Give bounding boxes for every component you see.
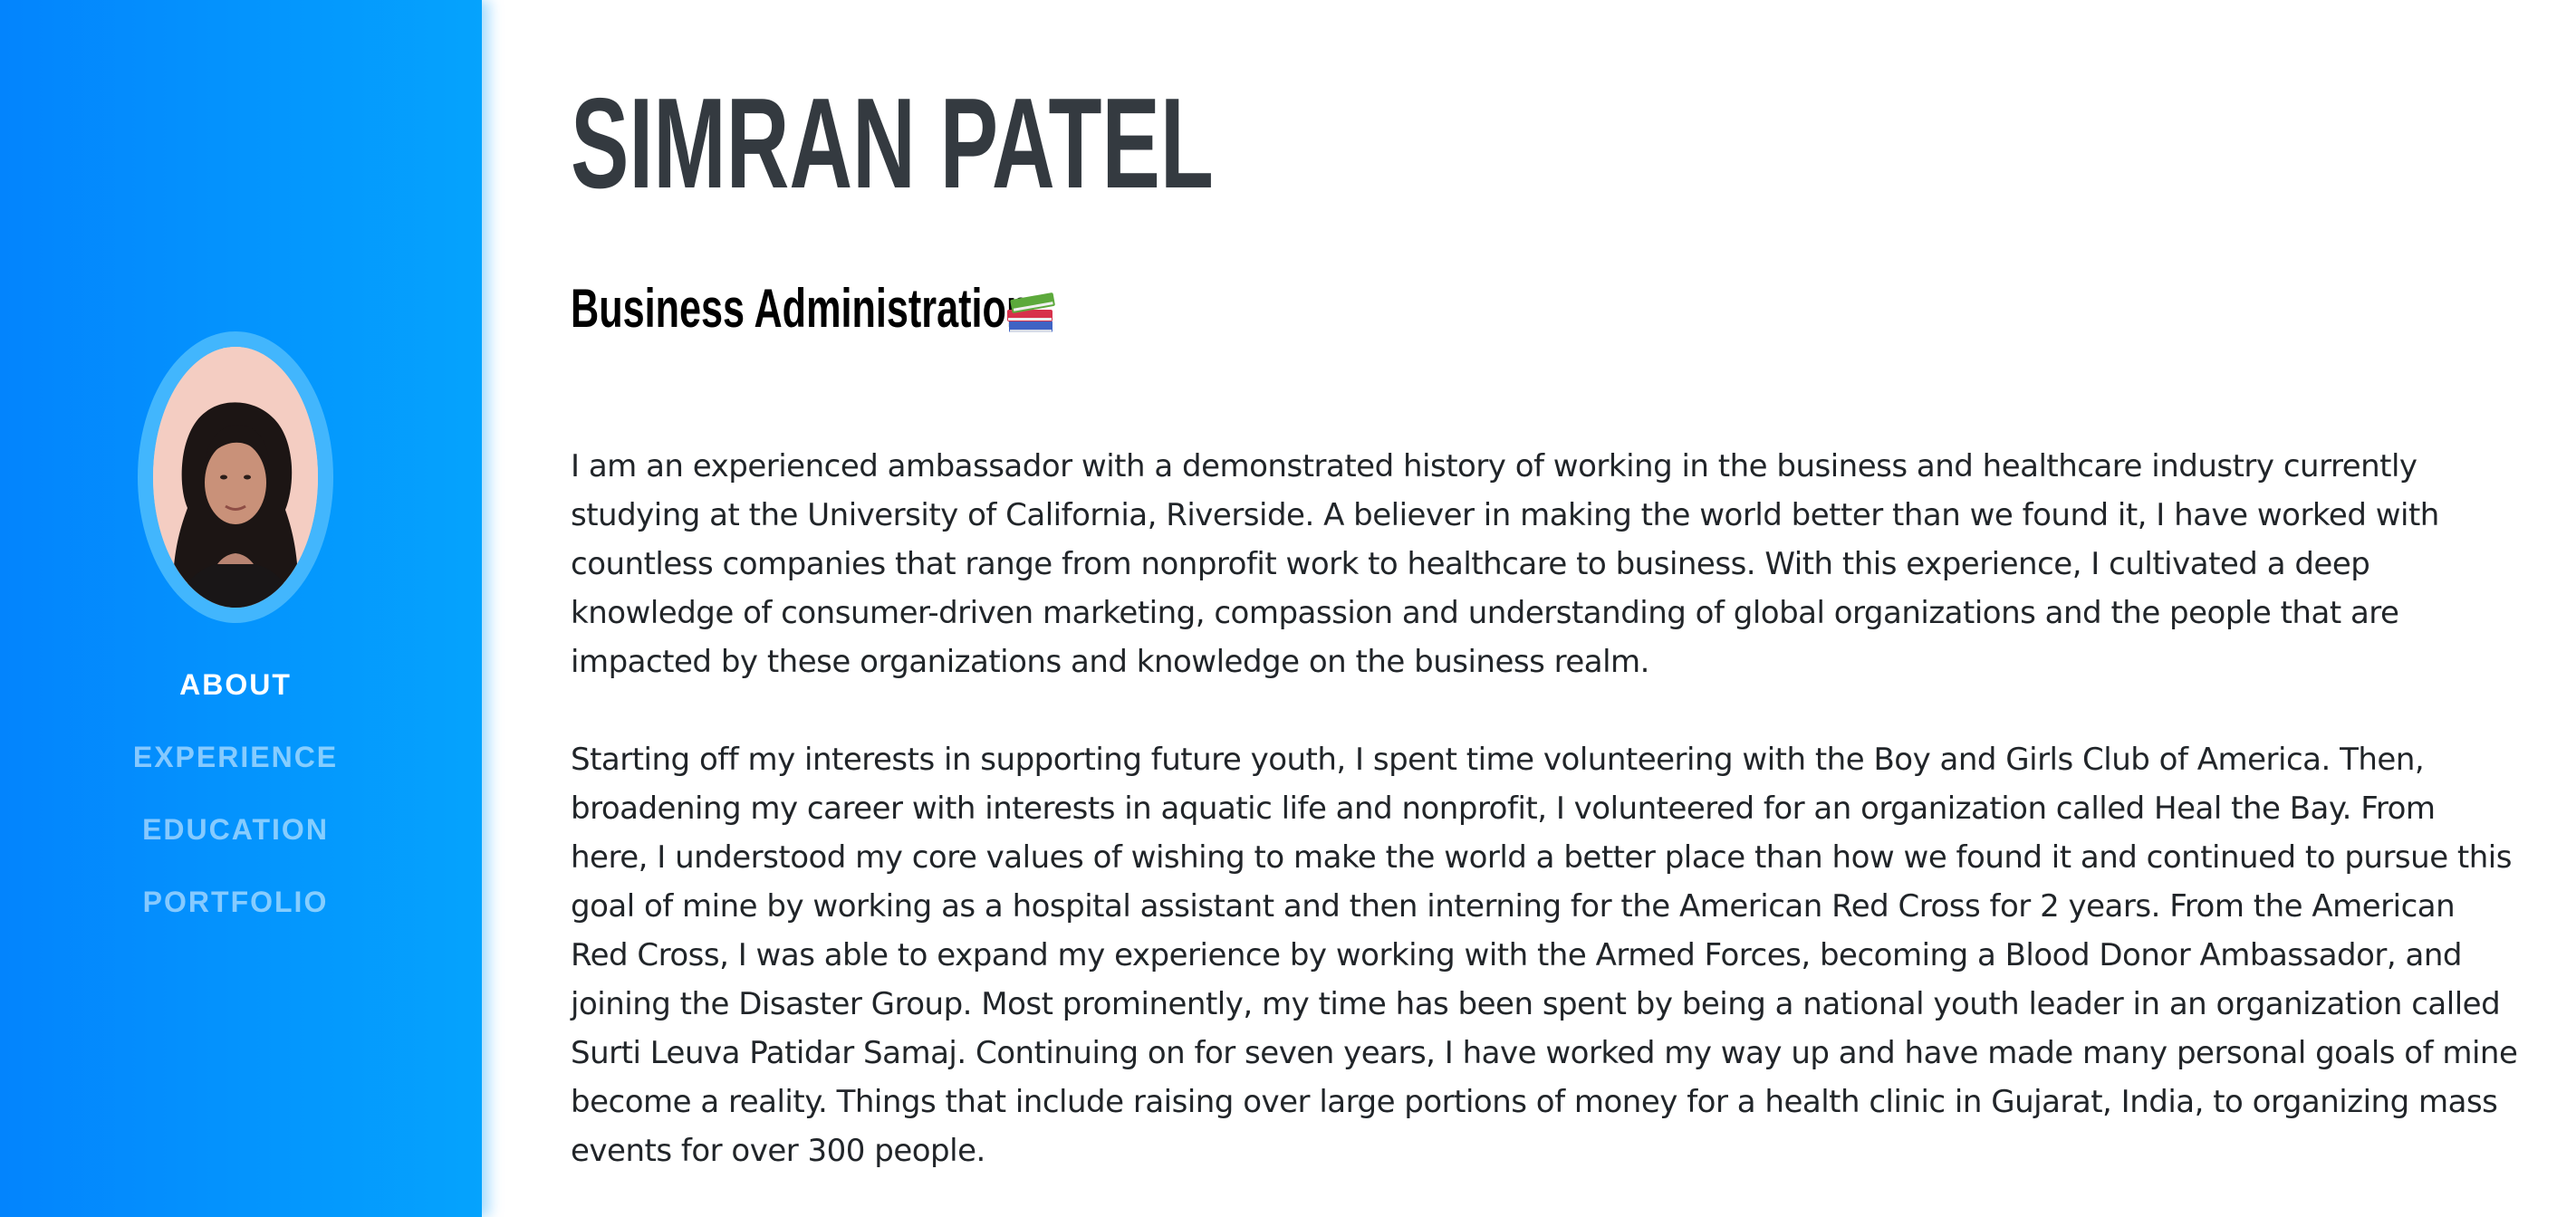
nav-link-about[interactable]: ABOUT: [0, 668, 471, 702]
page-title: SIMRAN PATEL: [571, 72, 1214, 216]
nav-link-experience[interactable]: EXPERIENCE: [0, 741, 471, 774]
about-paragraph: Starting off my interests in supporting …: [571, 742, 2518, 1169]
major-subtitle: Business Administration: [571, 278, 1031, 339]
section-nav: ABOUT EXPERIENCE EDUCATION PORTFOLIO: [0, 0, 471, 1217]
books-icon: [1007, 292, 1055, 332]
sidebar-nav: ABOUT EXPERIENCE EDUCATION PORTFOLIO: [0, 0, 482, 1217]
nav-link-portfolio[interactable]: PORTFOLIO: [0, 886, 471, 919]
nav-link-education[interactable]: EDUCATION: [0, 813, 471, 847]
about-paragraph: I am an experienced ambassador with a de…: [571, 448, 2439, 680]
